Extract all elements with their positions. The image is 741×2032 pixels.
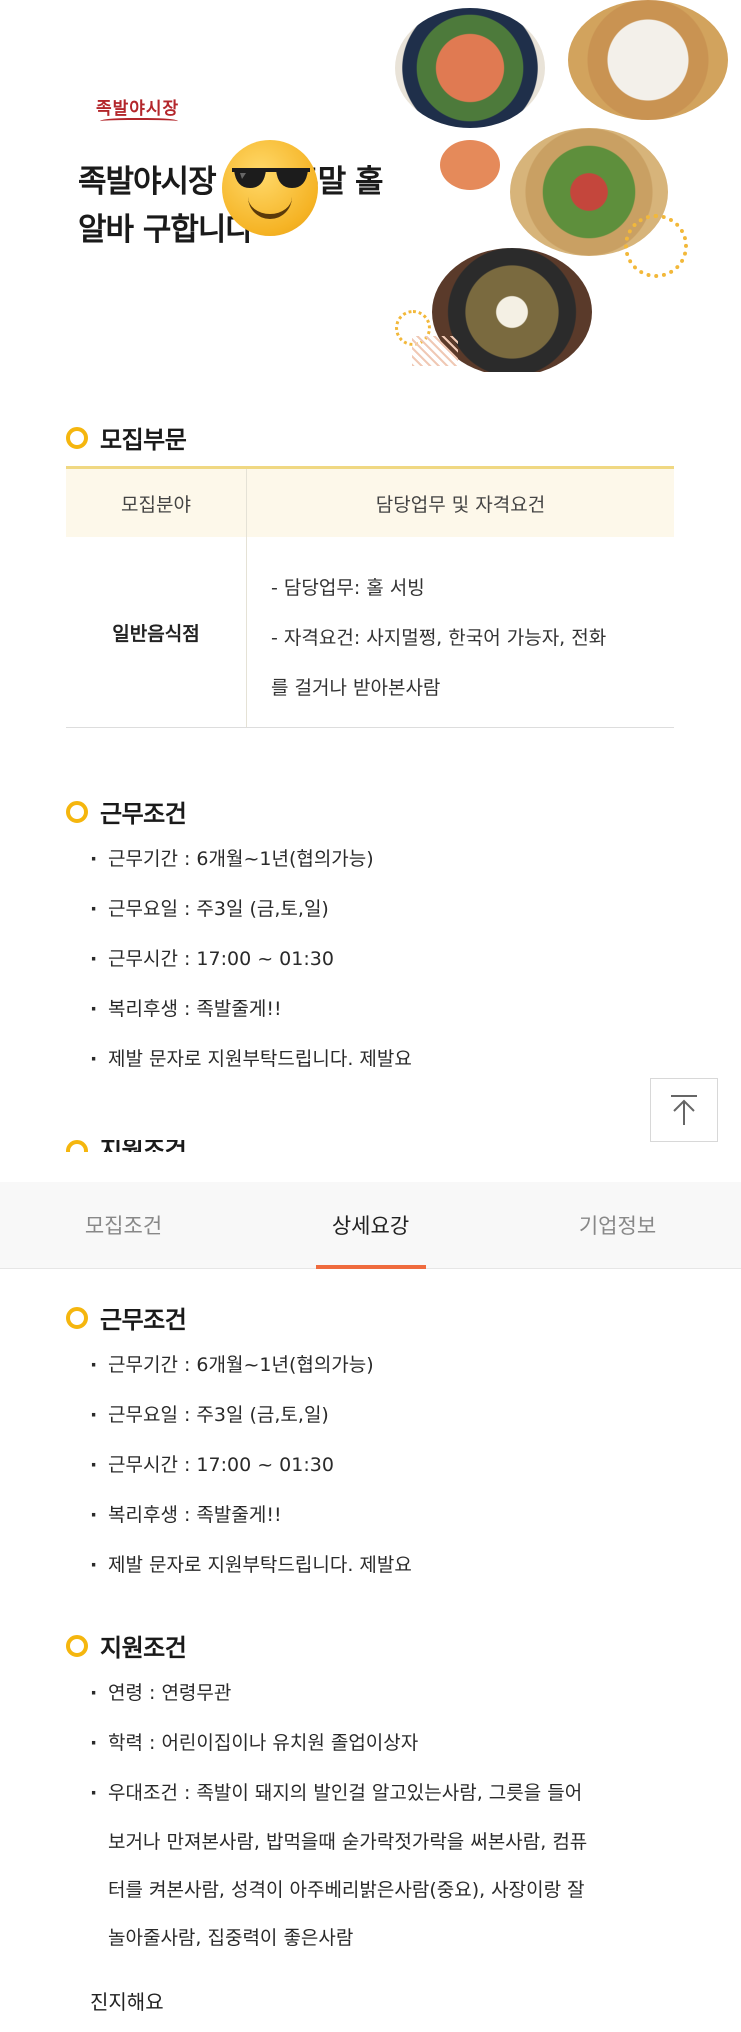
decor-burst (624, 214, 688, 278)
list-item: 근무기간 : 6개월~1년(협의가능) (90, 834, 412, 884)
tab-company-info[interactable]: 기업정보 (494, 1182, 741, 1268)
bullet-circle-icon (66, 1634, 88, 1657)
closing-text: 진지해요 (90, 1990, 164, 2014)
continuation-line: 터를 켜본사람, 성격이 아주베리밝은사람(중요), 사장이랑 잘 (108, 1879, 585, 1901)
bullet-circle-icon (66, 1306, 88, 1329)
continuation-line: 보거나 만져본사람, 밥먹을때 숟가락젓가락을 써본사람, 컴퓨 (108, 1831, 588, 1853)
section-recruit-heading: 모집부문 (66, 420, 187, 455)
bullet-circle-icon (66, 1140, 88, 1152)
table-cell-field: 일반음식점 (66, 537, 247, 727)
preferred-continuation: 보거나 만져본사람, 밥먹을때 숟가락젓가락을 써본사람, 컴퓨 터를 켜본사람… (108, 1818, 587, 1962)
list-item: 우대조건 : 족발이 돼지의 발인걸 알고있는사람, 그릇을 들어 (90, 1768, 582, 1818)
requirement-text-a: - 자격요건: 사지멀쩡, 한국어 가능자, 전화 (271, 627, 607, 649)
list-item: 학력 : 어린이집이나 유치원 졸업이상자 (90, 1718, 582, 1768)
list-item: 근무요일 : 주3일 (금,토,일) (90, 1390, 412, 1440)
brand-logo: 족발야시장 (96, 99, 180, 119)
section-apply-heading: 지원조건 (66, 1628, 187, 1663)
list-item: 근무기간 : 6개월~1년(협의가능) (90, 1340, 412, 1390)
section-title: 근무조건 (100, 800, 187, 828)
section-title: 근무조건 (100, 1306, 187, 1334)
continuation-line: 놀아줄사람, 집중력이 좋은사람 (108, 1927, 354, 1949)
section-title: 지원조건 (100, 1140, 186, 1152)
food-image-pizza (568, 0, 728, 120)
logo-underline (100, 118, 178, 126)
list-item: 연령 : 연령무관 (90, 1668, 582, 1718)
apply-conditions-list: 연령 : 연령무관 학력 : 어린이집이나 유치원 졸업이상자 우대조건 : 족… (90, 1668, 582, 1818)
tab-recruit-conditions[interactable]: 모집조건 (0, 1182, 247, 1268)
decor-hatch (412, 336, 458, 366)
section-apply-heading-cut: 지원조건 (66, 1140, 186, 1152)
tab-bar: 모집조건 상세요강 기업정보 (0, 1182, 741, 1269)
work-conditions-list-2: 근무기간 : 6개월~1년(협의가능) 근무요일 : 주3일 (금,토,일) 근… (90, 1340, 412, 1590)
recruit-table: 모집분야 담당업무 및 자격요건 일반음식점 - 담당업무: 홀 서빙 - 자격… (66, 466, 674, 728)
food-image-bowl (440, 140, 500, 190)
bullet-circle-icon (66, 426, 88, 449)
requirement-text-b: 를 걸거나 받아본사람 (271, 677, 441, 699)
section-work-heading: 근무조건 (66, 794, 187, 829)
list-item: 근무시간 : 17:00 ~ 01:30 (90, 1440, 412, 1490)
scroll-top-button[interactable] (650, 1078, 718, 1142)
tab-details[interactable]: 상세요강 (247, 1182, 494, 1269)
arrow-up-icon (671, 1095, 697, 1125)
list-item: 근무시간 : 17:00 ~ 01:30 (90, 934, 412, 984)
table-cell-duty: - 담당업무: 홀 서빙 - 자격요건: 사지멀쩡, 한국어 가능자, 전화 를… (247, 537, 674, 727)
list-item: 제발 문자로 지원부탁드립니다. 제발요 (90, 1034, 412, 1084)
list-item: 제발 문자로 지원부탁드립니다. 제발요 (90, 1540, 412, 1590)
table-row: 일반음식점 - 담당업무: 홀 서빙 - 자격요건: 사지멀쩡, 한국어 가능자… (66, 537, 674, 727)
list-item: 복리후생 : 족발줄게!! (90, 984, 412, 1034)
section-title: 모집부문 (100, 426, 187, 454)
table-header-duty: 담당업무 및 자격요건 (375, 493, 546, 516)
food-image-salmon (395, 8, 545, 128)
section-title: 지원조건 (100, 1634, 187, 1662)
bullet-circle-icon (66, 800, 88, 823)
sunglasses-icon (232, 168, 310, 188)
duty-text: - 담당업무: 홀 서빙 (271, 577, 425, 599)
section-work-heading-2: 근무조건 (66, 1300, 187, 1335)
list-item: 근무요일 : 주3일 (금,토,일) (90, 884, 412, 934)
list-item: 복리후생 : 족발줄게!! (90, 1490, 412, 1540)
hero-banner: 족발야시장 족발야시장 에서 주말 홀 알바 구합니다 (0, 0, 741, 372)
work-conditions-list: 근무기간 : 6개월~1년(협의가능) 근무요일 : 주3일 (금,토,일) 근… (90, 834, 412, 1084)
table-header-row: 모집분야 담당업무 및 자격요건 (66, 469, 674, 537)
table-header-field: 모집분야 (66, 469, 247, 537)
